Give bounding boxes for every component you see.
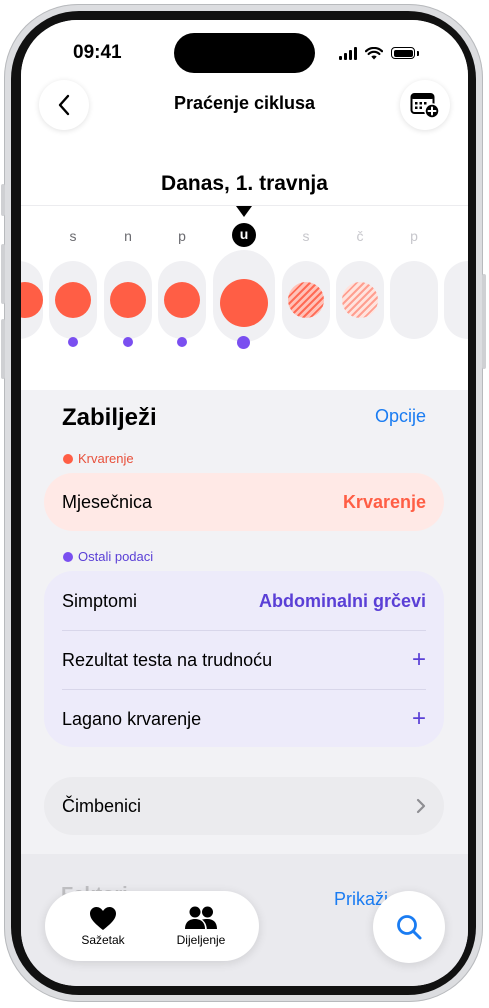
tab-sharing-label: Dijeljenje	[176, 933, 226, 947]
volume-down-button	[1, 319, 5, 379]
day-letter: s	[69, 228, 77, 244]
day-letter: n	[124, 228, 132, 244]
pregnancy-test-row[interactable]: Rezultat testa na trudnoću +	[44, 631, 444, 689]
tab-bar: Sažetak Dijeljenje	[45, 891, 259, 961]
cellular-signal-icon	[339, 46, 357, 60]
search-icon	[397, 915, 422, 940]
menstruation-label: Mjesečnica	[62, 491, 153, 512]
current-date-title: Danas, 1. travnja	[161, 172, 328, 195]
day-letter: č	[356, 228, 364, 244]
day-cell[interactable]	[158, 261, 206, 347]
tab-summary[interactable]: Sažetak	[63, 903, 143, 947]
symptoms-label: Simptomi	[62, 590, 138, 611]
add-pregnancy-test-icon[interactable]: +	[412, 648, 426, 672]
factors-card: Čimbenici	[44, 777, 444, 835]
status-icons	[339, 44, 419, 62]
battery-tip	[417, 50, 419, 56]
other-data-category-text: Ostali podaci	[78, 549, 154, 564]
factors-row[interactable]: Čimbenici	[44, 777, 444, 835]
spotting-row[interactable]: Lagano krvarenje +	[44, 690, 444, 748]
symptoms-row[interactable]: Simptomi Abdominalni grčevi	[44, 572, 444, 630]
spotting-label: Lagano krvarenje	[62, 708, 202, 729]
day-letter-partial: n	[21, 228, 33, 244]
people-icon	[185, 906, 217, 929]
screen: 09:41 Praćenje ciklusa Danas, 1. travnja…	[21, 20, 468, 986]
action-button	[1, 184, 5, 216]
other-data-dot	[177, 337, 187, 347]
calendar-add-icon	[410, 93, 440, 119]
symptoms-value: Abdominalni grčevi	[258, 590, 426, 611]
factors-label: Čimbenici	[62, 795, 142, 816]
period-indicator	[21, 282, 43, 318]
other-data-category-label: Ostali podaci	[63, 549, 153, 564]
menstruation-value: Krvarenje	[342, 491, 426, 512]
other-data-card: Simptomi Abdominalni grčevi Rezultat tes…	[44, 571, 444, 747]
day-cell[interactable]	[104, 261, 152, 347]
status-time: 09:41	[73, 42, 122, 63]
calendar-add-button[interactable]	[400, 80, 450, 130]
log-section-title: Zabilježi	[62, 404, 157, 431]
bleeding-card: Mjesečnica Krvarenje	[44, 473, 444, 531]
wifi-icon	[365, 46, 383, 59]
today-letter: u	[232, 223, 256, 247]
day-letter: p	[410, 228, 418, 244]
battery-icon	[391, 47, 415, 59]
bleeding-category-text: Krvarenje	[78, 451, 134, 466]
volume-up-button	[1, 244, 5, 304]
power-button	[482, 274, 486, 369]
bleeding-category-label: Krvarenje	[63, 451, 134, 466]
other-data-dot	[123, 337, 133, 347]
predicted-period-indicator	[288, 282, 324, 318]
period-indicator	[110, 282, 146, 318]
tab-sharing[interactable]: Dijeljenje	[161, 903, 241, 947]
day-cell-partial[interactable]	[444, 261, 468, 339]
heart-icon	[90, 906, 116, 930]
day-cell[interactable]	[49, 261, 97, 347]
day-letter: s	[302, 228, 310, 244]
search-button[interactable]	[373, 891, 445, 963]
day-cell[interactable]	[336, 261, 384, 339]
other-data-dot	[68, 337, 78, 347]
day-cell[interactable]	[282, 261, 330, 339]
chevron-right-icon	[416, 798, 426, 814]
today-marker-icon	[236, 206, 252, 217]
pregnancy-test-label: Rezultat testa na trudnoću	[62, 649, 273, 670]
menstruation-row[interactable]: Mjesečnica Krvarenje	[44, 473, 444, 531]
add-spotting-icon[interactable]: +	[412, 707, 426, 731]
dynamic-island	[174, 33, 315, 73]
predicted-period-indicator	[342, 282, 378, 318]
bleeding-bullet-icon	[63, 453, 73, 464]
day-cell-today[interactable]	[213, 250, 275, 349]
period-indicator	[164, 282, 200, 318]
period-indicator	[220, 279, 268, 327]
options-link[interactable]: Opcije	[375, 406, 426, 427]
period-indicator	[55, 282, 91, 318]
other-data-bullet-icon	[63, 551, 73, 562]
other-data-dot	[237, 336, 250, 349]
day-cell[interactable]	[390, 261, 438, 339]
tab-summary-label: Sažetak	[81, 933, 125, 947]
day-letter: p	[178, 228, 186, 244]
